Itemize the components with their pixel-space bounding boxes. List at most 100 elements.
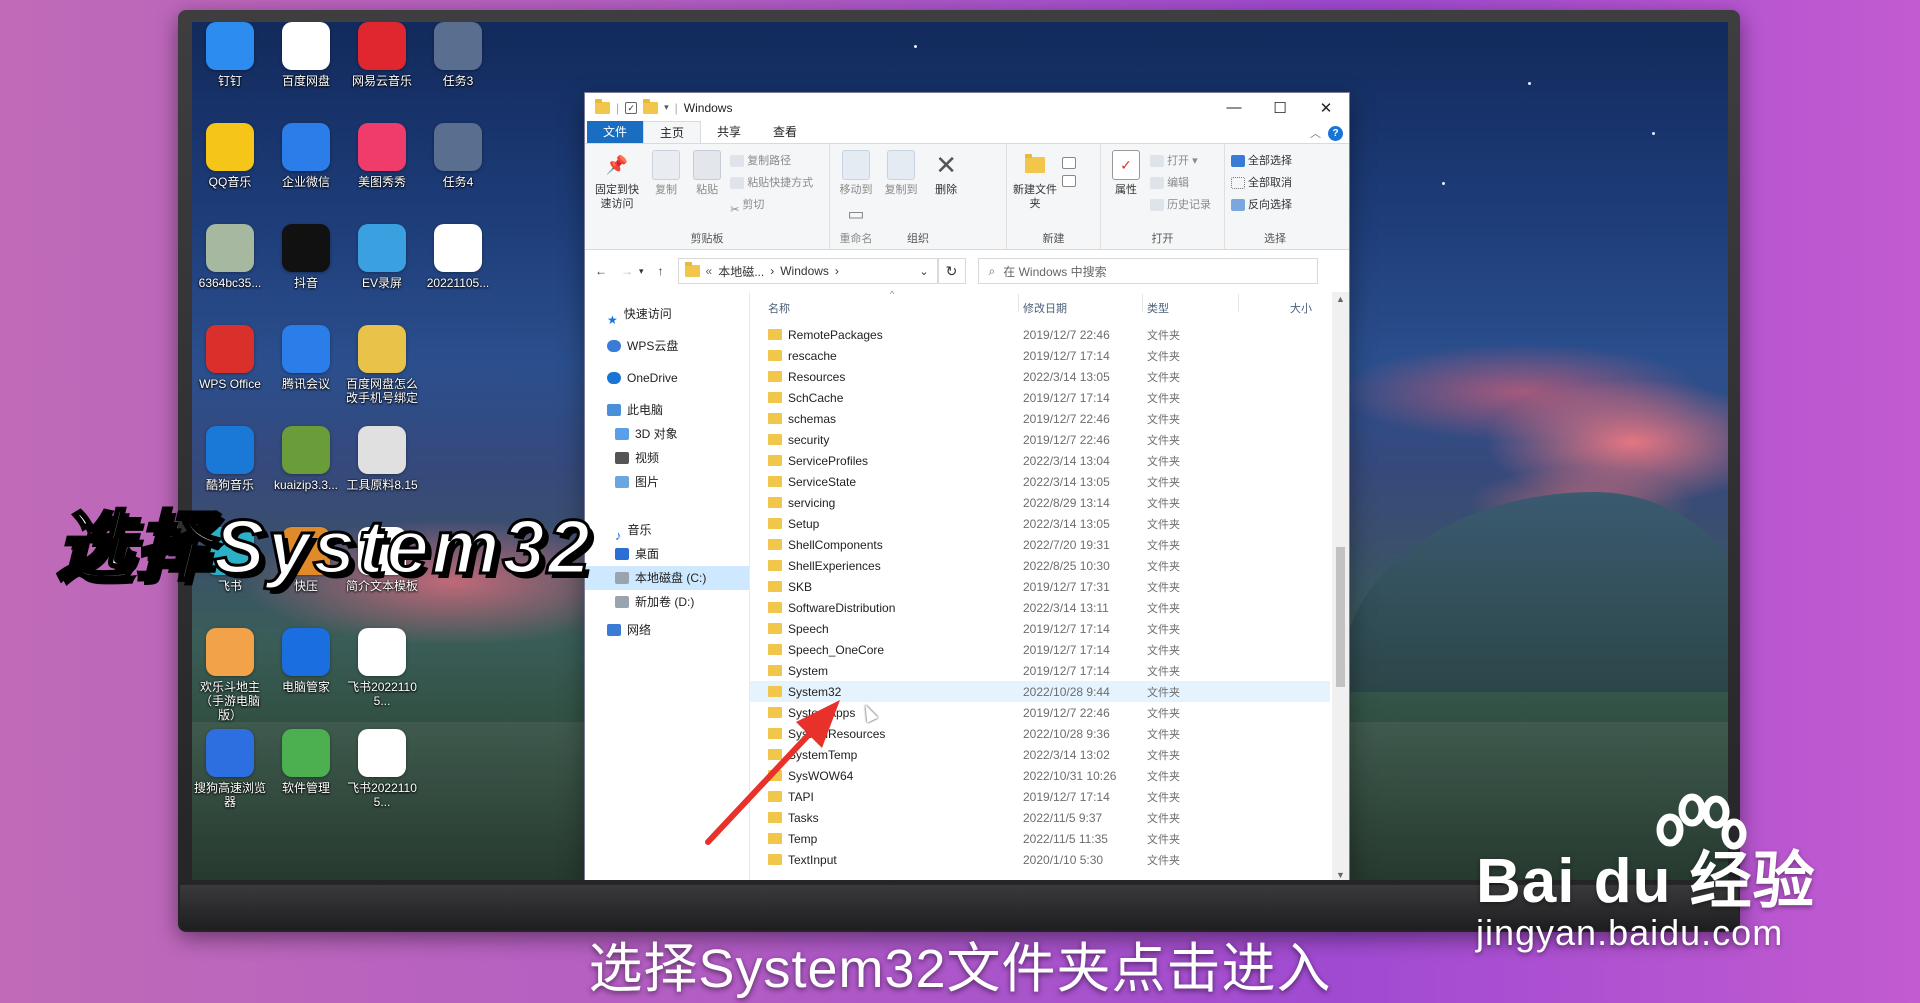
file-row[interactable]: servicing 2022/8/29 13:14 文件夹 [750,492,1330,513]
scroll-down-icon[interactable]: ▼ [1336,870,1345,880]
address-dropdown-icon[interactable]: ⌄ [919,265,928,278]
desktop-shortcut[interactable]: 飞书20221105... [344,729,420,825]
file-row[interactable]: ShellComponents 2022/7/20 19:31 文件夹 [750,534,1330,555]
column-divider[interactable] [1238,294,1239,312]
file-row[interactable]: SoftwareDistribution 2022/3/14 13:11 文件夹 [750,597,1330,618]
minimize-button[interactable]: — [1211,93,1257,122]
desktop-shortcut[interactable]: 飞书20221105... [344,628,420,724]
close-button[interactable]: ✕ [1303,93,1349,122]
delete-button[interactable]: ✕ 删除 [926,148,966,197]
desktop-shortcut[interactable]: EV录屏 [344,224,420,320]
cut-button[interactable]: ✂ 剪切 [730,194,813,216]
scroll-up-icon[interactable]: ▲ [1336,294,1345,304]
nav-network[interactable]: 网络 [585,618,749,642]
file-row[interactable]: SchCache 2019/12/7 17:14 文件夹 [750,387,1330,408]
breadcrumb-item[interactable]: Windows [780,264,829,278]
file-row[interactable]: security 2019/12/7 22:46 文件夹 [750,429,1330,450]
refresh-button[interactable]: ↻ [937,258,966,284]
column-name[interactable]: 名称 [768,300,790,316]
up-arrow-icon[interactable]: ↑ [658,264,664,278]
collapse-ribbon-icon[interactable]: ︿ [1310,125,1321,141]
desktop-shortcut[interactable]: 钉钉 [192,22,268,118]
nav-videos[interactable]: 视频 [585,446,749,470]
desktop-shortcut[interactable]: 企业微信 [268,123,344,219]
nav-this-pc[interactable]: 此电脑 [585,398,749,422]
desktop-shortcut[interactable]: 电脑管家 [268,628,344,724]
vertical-scrollbar[interactable]: ▲ ▼ [1332,292,1349,880]
file-row[interactable]: Resources 2022/3/14 13:05 文件夹 [750,366,1330,387]
column-size[interactable]: 大小 [1290,300,1312,316]
nav-music[interactable]: ♪ 音乐 [585,518,749,543]
file-row[interactable]: ServiceProfiles 2022/3/14 13:04 文件夹 [750,450,1330,471]
nav-new-volume-d[interactable]: 新加卷 (D:) [585,590,749,614]
file-row[interactable]: RemotePackages 2019/12/7 22:46 文件夹 [750,324,1330,345]
file-row[interactable]: System 2019/12/7 17:14 文件夹 [750,660,1330,681]
breadcrumb-item[interactable]: 本地磁... [718,263,764,280]
tab-home[interactable]: 主页 [643,121,702,143]
nav-local-disk-c[interactable]: 本地磁盘 (C:) [585,566,749,590]
maximize-button[interactable]: ☐ [1257,93,1303,122]
desktop-shortcut[interactable]: 软件管理 [268,729,344,825]
column-date[interactable]: 修改日期 [1023,300,1067,316]
recent-locations-chevron-icon[interactable]: ▾ [639,266,644,277]
tab-view[interactable]: 查看 [757,121,813,143]
file-row[interactable]: ServiceState 2022/3/14 13:05 文件夹 [750,471,1330,492]
breadcrumb-overflow[interactable]: « [706,264,713,278]
new-item-icon[interactable] [1062,152,1079,170]
file-row[interactable]: schemas 2019/12/7 22:46 文件夹 [750,408,1330,429]
desktop-shortcut[interactable]: QQ音乐 [192,123,268,219]
new-folder-quick-icon[interactable] [643,98,659,114]
file-row[interactable]: rescache 2019/12/7 17:14 文件夹 [750,345,1330,366]
nav-onedrive[interactable]: OneDrive [585,366,749,390]
new-folder-button[interactable]: 新建文件夹 [1013,148,1057,211]
invert-selection-button[interactable]: 反向选择 [1231,194,1292,216]
paste-shortcut-button[interactable]: 粘贴快捷方式 [730,172,813,194]
select-all-button[interactable]: 全部选择 [1231,150,1292,172]
desktop-shortcut[interactable]: 搜狗高速浏览器 [192,729,268,825]
desktop-shortcut[interactable]: 腾讯会议 [268,325,344,421]
nav-desktop[interactable]: 桌面 [585,542,749,566]
copy-path-button[interactable]: 复制路径 [730,150,813,172]
desktop-shortcut[interactable]: 任务3 [420,22,496,118]
properties-button[interactable]: ✓ 属性 [1107,148,1145,197]
column-type[interactable]: 类型 [1147,300,1169,316]
nav-3d-objects[interactable]: 3D 对象 [585,422,749,446]
paste-button[interactable]: 粘贴 [689,148,725,197]
help-icon[interactable]: ? [1328,126,1343,141]
desktop-shortcut[interactable]: 欢乐斗地主（手游电脑版） [192,628,268,724]
easy-access-icon[interactable] [1062,170,1079,188]
edit-button[interactable]: 编辑 [1150,172,1211,194]
desktop-shortcut[interactable]: 百度网盘 [268,22,344,118]
properties-quick-icon[interactable]: ✓ [625,101,638,114]
copy-button[interactable]: 复制 [648,148,684,197]
move-to-button[interactable]: 移动到 [836,148,876,197]
search-box[interactable]: ⌕ 在 Windows 中搜索 [977,258,1318,284]
nav-quick-access[interactable]: ★ 快速访问 [585,302,749,327]
column-divider[interactable] [1142,294,1143,312]
address-box[interactable]: « 本地磁... › Windows › ⌄ [677,258,938,284]
nav-wps-cloud[interactable]: WPS云盘 [585,334,749,358]
chevron-down-icon[interactable]: ▾ [664,102,669,113]
desktop-shortcut[interactable]: 20221105... [420,224,496,320]
desktop-shortcut[interactable]: 美图秀秀 [344,123,420,219]
pin-quick-access-button[interactable]: 📌 固定到快速访问 [591,148,643,211]
tab-file[interactable]: 文件 [587,121,644,143]
select-none-button[interactable]: 全部取消 [1231,172,1292,194]
history-button[interactable]: 历史记录 [1150,194,1211,216]
file-row[interactable]: System32 2022/10/28 9:44 文件夹 [750,681,1330,702]
desktop-shortcut[interactable]: 百度网盘怎么改手机号绑定 [344,325,420,421]
file-row[interactable]: Speech_OneCore 2019/12/7 17:14 文件夹 [750,639,1330,660]
tab-share[interactable]: 共享 [701,121,757,143]
file-row[interactable]: ShellExperiences 2022/8/25 10:30 文件夹 [750,555,1330,576]
back-arrow-icon[interactable]: ← [595,264,607,278]
file-row[interactable]: Speech 2019/12/7 17:14 文件夹 [750,618,1330,639]
copy-to-button[interactable]: 复制到 [881,148,921,197]
forward-arrow-icon[interactable]: → [621,264,633,278]
desktop-shortcut[interactable]: 6364bc35... [192,224,268,320]
open-button[interactable]: 打开 ▾ [1150,150,1211,172]
desktop-shortcut[interactable]: WPS Office [192,325,268,421]
file-row[interactable]: Setup 2022/3/14 13:05 文件夹 [750,513,1330,534]
desktop-shortcut[interactable]: 抖音 [268,224,344,320]
scrollbar-thumb[interactable] [1336,547,1345,687]
column-divider[interactable] [1018,294,1019,312]
